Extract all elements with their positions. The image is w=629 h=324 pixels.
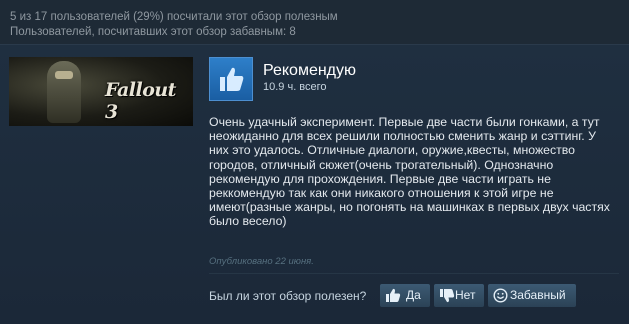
review-text: Очень удачный эксперимент. Первые две ча…: [209, 115, 610, 229]
vote-no-button[interactable]: Нет: [434, 284, 484, 307]
vote-funny-label: Забавный: [510, 288, 566, 302]
helpful-count-text: 5 из 17 пользователей (29%) посчитали эт…: [10, 11, 338, 23]
helpful-question: Был ли этот обзор полезен?: [209, 289, 367, 303]
game-capsule-image[interactable]: Fallout 3: [9, 57, 193, 126]
recommended-thumb-box: [209, 57, 253, 101]
vote-no-label: Нет: [455, 288, 476, 302]
vote-funny-button[interactable]: Забавный: [488, 284, 576, 307]
game-logo: Fallout 3: [105, 79, 176, 123]
vote-yes-button[interactable]: Да: [380, 284, 430, 307]
review-stats-header: 5 из 17 пользователей (29%) посчитали эт…: [0, 0, 629, 44]
thumbs-up-icon: [386, 288, 401, 302]
playtime-hours: 10.9 ч. всего: [263, 81, 327, 93]
thumbs-up-icon: [220, 67, 244, 91]
vote-yes-label: Да: [406, 288, 421, 302]
feedback-divider: [209, 273, 619, 274]
thumbs-down-icon: [440, 289, 455, 303]
helmet-visor: [55, 71, 73, 79]
funny-count-text: Пользователей, посчитавших этот обзор за…: [10, 26, 296, 38]
smiley-icon: [493, 288, 508, 303]
verdict-title: Рекомендую: [263, 62, 357, 79]
posted-date: Опубликовано 22 июня.: [209, 256, 314, 267]
